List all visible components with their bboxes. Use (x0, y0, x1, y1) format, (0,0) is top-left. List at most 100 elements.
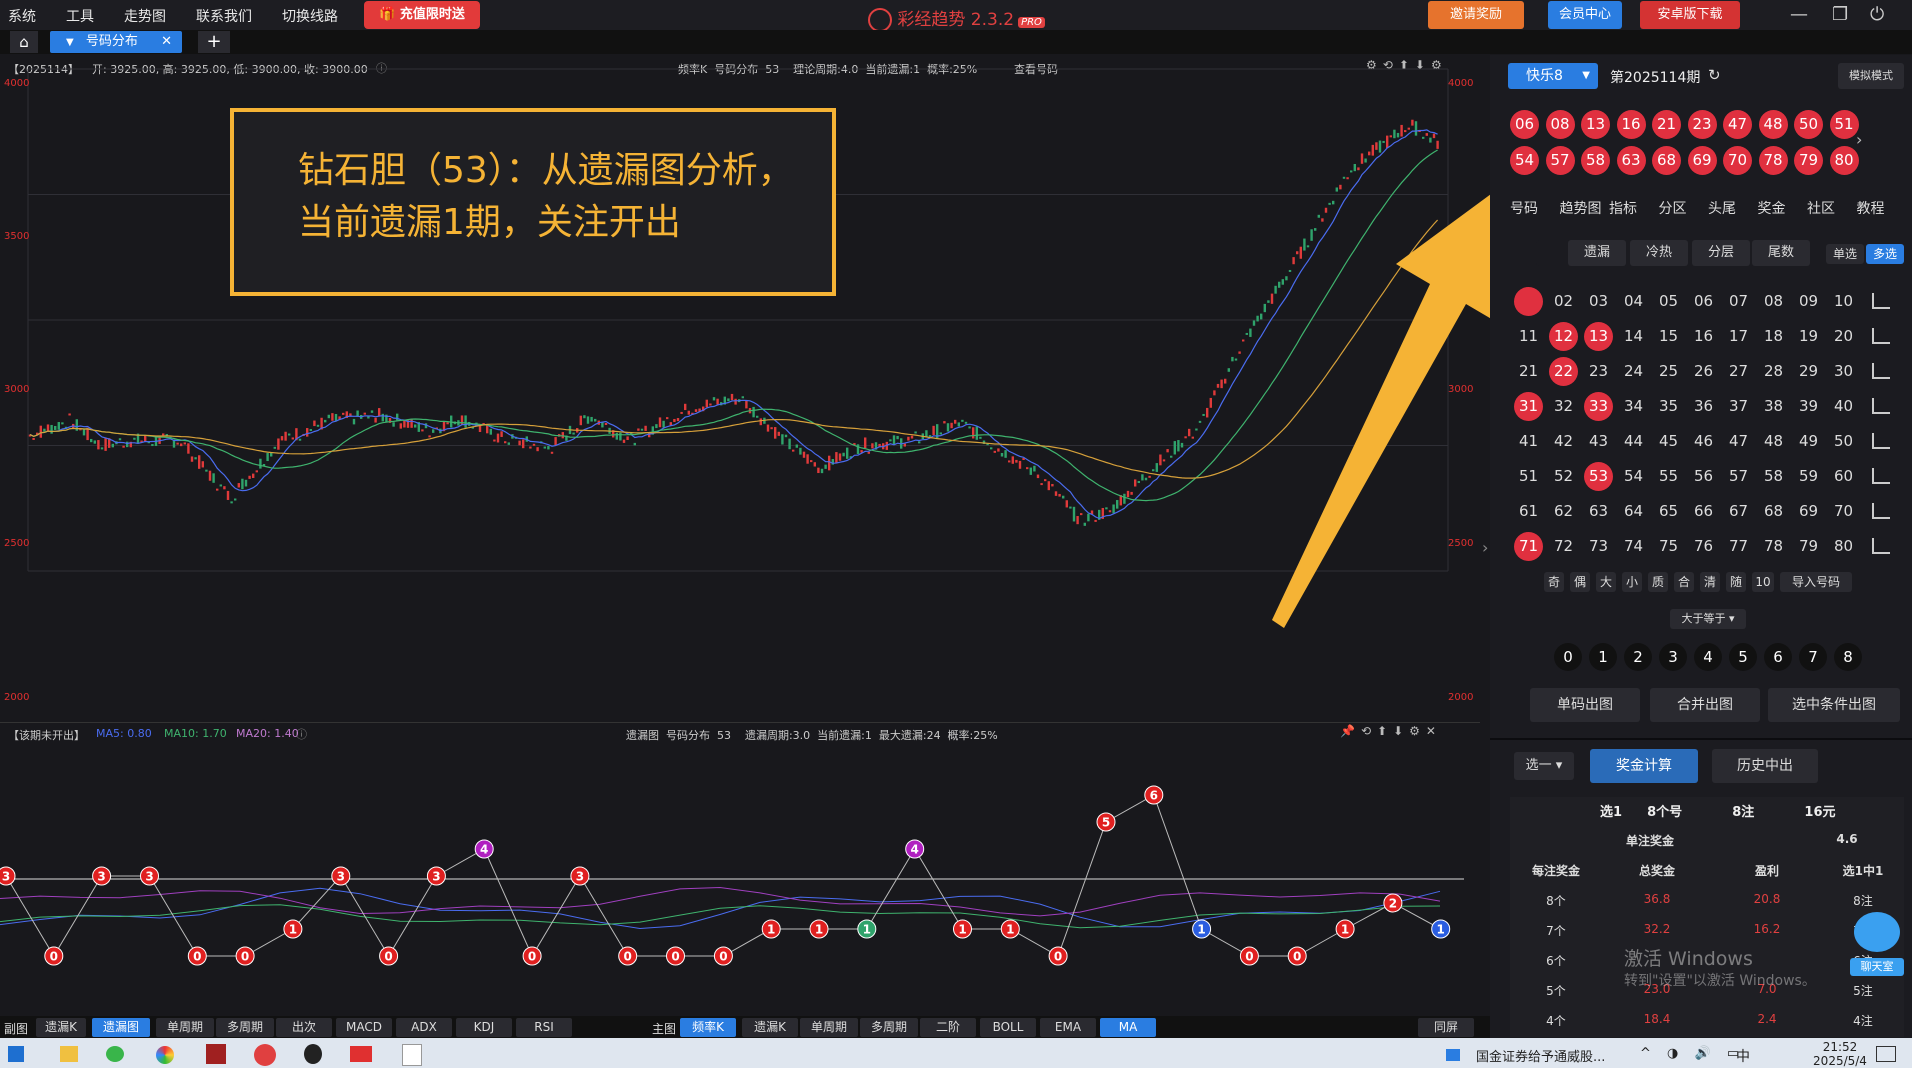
start-icon[interactable] (8, 1046, 24, 1062)
btn-ema[interactable]: EMA (1040, 1018, 1096, 1037)
filter-chip[interactable]: 导入号码 (1780, 572, 1852, 592)
number-cell[interactable]: 42 (1549, 427, 1578, 456)
filter-chip[interactable]: 奇 (1544, 572, 1564, 592)
number-cell[interactable]: 02 (1549, 287, 1578, 316)
number-cell[interactable]: 69 (1794, 497, 1823, 526)
number-cell[interactable]: 78 (1759, 532, 1788, 561)
chip-hot-cold[interactable]: 冷热 (1630, 240, 1688, 266)
number-cell[interactable]: 06 (1689, 287, 1718, 316)
number-cell[interactable]: 22 (1549, 357, 1578, 386)
number-cell[interactable]: 58 (1759, 462, 1788, 491)
notepad-icon[interactable] (402, 1044, 422, 1066)
digit-button[interactable]: 3 (1659, 643, 1687, 671)
app-icon[interactable] (206, 1044, 226, 1064)
filter-chip[interactable]: 合 (1674, 572, 1694, 592)
notification-icon[interactable] (1876, 1046, 1896, 1062)
tab-3[interactable]: 分区 (1659, 198, 1687, 218)
digit-row[interactable]: 012345678 (1554, 643, 1894, 673)
number-cell[interactable]: 03 (1584, 287, 1613, 316)
trend-chart-icon[interactable] (1872, 328, 1890, 344)
trend-chart-icon[interactable] (1872, 433, 1890, 449)
btn-single-period[interactable]: 单周期 (156, 1018, 214, 1037)
btn-boll[interactable]: BOLL (980, 1018, 1036, 1037)
power-icon[interactable]: ⏻ (1870, 4, 1884, 25)
number-grid[interactable]: 02 03 04 05 06 07 08 09 10 11 12 13 14 15 16 17 18 19 20 21… (1514, 287, 1904, 567)
number-cell[interactable]: 24 (1619, 357, 1648, 386)
lottery-select[interactable]: 快乐8 ▼ (1508, 63, 1598, 89)
restore-icon[interactable]: ❐ (1832, 4, 1848, 25)
number-cell[interactable]: 55 (1654, 462, 1683, 491)
number-cell[interactable]: 34 (1619, 392, 1648, 421)
number-cell[interactable]: 12 (1549, 322, 1578, 351)
refresh-icon[interactable]: ↻ (1708, 66, 1721, 84)
tab-0[interactable]: 号码 (1510, 198, 1538, 218)
number-cell[interactable]: 19 (1794, 322, 1823, 351)
digit-button[interactable]: 7 (1799, 643, 1827, 671)
number-cell[interactable]: 08 (1759, 287, 1788, 316)
number-cell[interactable]: 20 (1829, 322, 1858, 351)
chat-room-button[interactable]: 聊天室 (1850, 958, 1904, 976)
tray-icons[interactable]: ^ ◑ 🔊 ▭ (1640, 1046, 1745, 1061)
omission-chart[interactable]: 3 0 3 3 0 0 1 3 0 3 4 0 3 0 0 0 1 1 1 4 1 1 0 5 6 1 0 0 1 2 1 (0, 724, 1480, 1016)
number-cell[interactable]: 39 (1794, 392, 1823, 421)
explorer-icon[interactable] (60, 1046, 78, 1062)
number-cell[interactable]: 50 (1829, 427, 1858, 456)
number-cell[interactable]: 37 (1724, 392, 1753, 421)
digit-button[interactable]: 2 (1624, 643, 1652, 671)
btn-occurrence[interactable]: 出次 (276, 1018, 332, 1037)
number-cell[interactable]: 38 (1759, 392, 1788, 421)
btn-kdj[interactable]: KDJ (456, 1018, 512, 1037)
filter-row[interactable]: 奇偶大小质合清随 10 导入号码 (1544, 572, 1884, 592)
tab-7[interactable]: 教程 (1857, 198, 1885, 218)
number-cell[interactable]: 64 (1619, 497, 1648, 526)
digit-button[interactable]: 5 (1729, 643, 1757, 671)
chrome-icon[interactable] (156, 1046, 174, 1064)
single-chart-button[interactable]: 单码出图 (1530, 688, 1640, 722)
digit-button[interactable]: 8 (1834, 643, 1862, 671)
add-tab-button[interactable]: + (198, 31, 230, 53)
btn-multi-period-main[interactable]: 多周期 (860, 1018, 918, 1037)
merge-chart-button[interactable]: 合并出图 (1650, 688, 1760, 722)
trend-chart-icon[interactable] (1872, 503, 1890, 519)
filter-chip[interactable]: 清 (1700, 572, 1720, 592)
number-cell[interactable]: 05 (1654, 287, 1683, 316)
number-cell[interactable]: 28 (1759, 357, 1788, 386)
number-cell[interactable]: 23 (1584, 357, 1613, 386)
tab-1[interactable]: 趋势图 (1560, 198, 1602, 218)
number-cell[interactable]: 18 (1759, 322, 1788, 351)
tab-2[interactable]: 指标 (1609, 198, 1637, 218)
menu-contact[interactable]: 联系我们 (196, 6, 252, 26)
number-cell[interactable]: 74 (1619, 532, 1648, 561)
wechat-icon[interactable] (106, 1046, 124, 1062)
multi-select-toggle[interactable]: 多选 (1866, 244, 1904, 264)
minimize-icon[interactable]: — (1790, 4, 1808, 25)
number-cell[interactable]: 68 (1759, 497, 1788, 526)
trend-chart-icon[interactable] (1872, 398, 1890, 414)
filter-chip[interactable]: 小 (1622, 572, 1642, 592)
promo-button[interactable]: 🎁 充值限时送 (364, 1, 480, 29)
number-cell[interactable]: 46 (1689, 427, 1718, 456)
btn-frequency-k[interactable]: 频率K (680, 1018, 736, 1037)
digit-button[interactable]: 1 (1589, 643, 1617, 671)
compare-select[interactable]: 大于等于 ▾ (1670, 609, 1746, 629)
filter-chip[interactable]: 偶 (1570, 572, 1590, 592)
number-cell[interactable]: 33 (1584, 392, 1613, 421)
number-cell[interactable]: 45 (1654, 427, 1683, 456)
btn-second-order[interactable]: 二阶 (920, 1018, 976, 1037)
number-cell[interactable]: 80 (1829, 532, 1858, 561)
number-cell[interactable]: 09 (1794, 287, 1823, 316)
number-cell[interactable]: 62 (1549, 497, 1578, 526)
number-cell[interactable]: 75 (1654, 532, 1683, 561)
news-ticker[interactable]: 国金证券给予通威股... (1476, 1046, 1605, 1065)
condition-chart-button[interactable]: 选中条件出图 (1768, 688, 1900, 722)
number-cell[interactable]: 77 (1724, 532, 1753, 561)
number-cell[interactable]: 63 (1584, 497, 1613, 526)
btn-single-period-main[interactable]: 单周期 (800, 1018, 858, 1037)
filter-chip[interactable]: 随 (1726, 572, 1746, 592)
tab-4[interactable]: 头尾 (1708, 198, 1736, 218)
number-cell[interactable]: 71 (1514, 532, 1543, 561)
android-download-button[interactable]: 安卓版下载 (1640, 1, 1740, 29)
number-cell[interactable]: 32 (1549, 392, 1578, 421)
number-cell[interactable]: 40 (1829, 392, 1858, 421)
chip-tail[interactable]: 尾数 (1752, 240, 1810, 266)
